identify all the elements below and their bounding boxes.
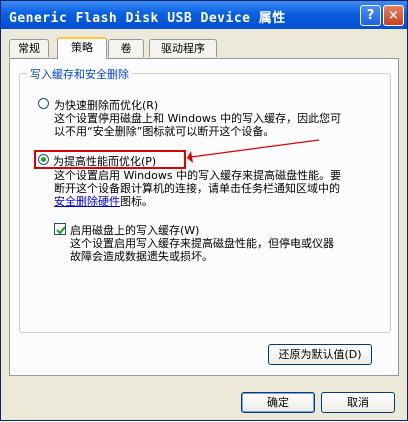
checkmark-icon xyxy=(56,226,66,235)
performance-desc-line2: 断开这个设备跟计算机的连接，请单击任务栏通知区域中的 xyxy=(54,182,340,195)
performance-desc-suffix: 图标。 xyxy=(120,195,153,208)
tab-policies[interactable]: 策略 xyxy=(57,37,107,59)
write-cache-desc-line2: 故障会造成数据遗失或损坏。 xyxy=(70,250,213,263)
write-cache-label[interactable]: 启用磁盘上的写入缓存(W) xyxy=(70,222,199,238)
performance-desc-line3: 安全删除硬件图标。 xyxy=(54,195,153,208)
properties-dialog: Generic Flash Disk USB Device 属性 ? × 常规 … xyxy=(0,0,408,421)
performance-desc-line1: 这个设置启用 Windows 中的写入缓存来提高磁盘性能。要 xyxy=(54,169,342,182)
write-cache-checkbox[interactable] xyxy=(54,223,66,235)
safely-remove-link[interactable]: 安全删除硬件 xyxy=(54,195,120,208)
cancel-button[interactable]: 取消 xyxy=(321,392,395,413)
write-cache-desc-line1: 这个设置启用写入缓存来提高磁盘性能，但停电或仪器 xyxy=(70,237,334,250)
ok-button[interactable]: 确定 xyxy=(241,392,315,413)
restore-defaults-button[interactable]: 还原为默认值(D) xyxy=(268,344,372,365)
